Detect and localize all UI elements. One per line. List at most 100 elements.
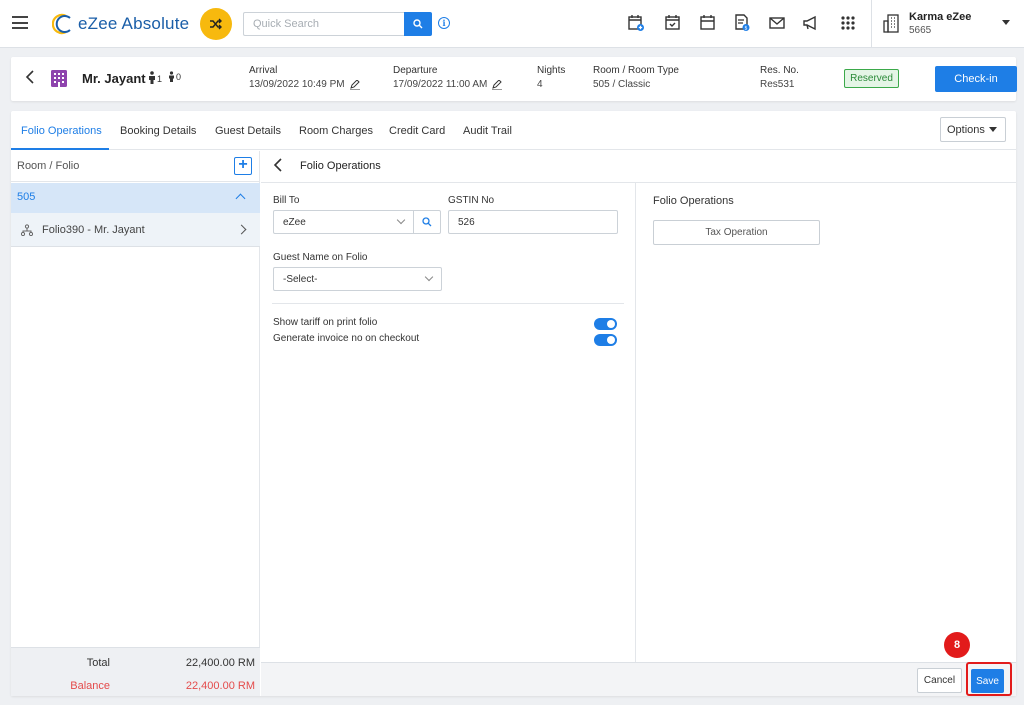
children-count: 0 (168, 71, 181, 82)
departure-value: 17/09/2022 11:00 AM (393, 79, 503, 90)
tab-credit-card[interactable]: Credit Card (389, 125, 445, 137)
tab-folio-operations[interactable]: Folio Operations (21, 125, 102, 137)
cancel-button[interactable]: Cancel (917, 668, 962, 693)
nights-label: Nights (537, 65, 566, 76)
property-code: 5665 (909, 25, 932, 36)
tab-bar: Folio Operations Booking Details Guest D… (11, 111, 1016, 150)
step-number-badge: 8 (944, 632, 970, 658)
generate-invoice-label: Generate invoice no on checkout (273, 333, 420, 344)
tab-booking-details[interactable]: Booking Details (120, 125, 196, 137)
arrival-label: Arrival (249, 65, 278, 76)
svg-text:$: $ (744, 26, 747, 32)
generate-invoice-toggle[interactable] (594, 334, 617, 346)
property-dropdown-caret-icon[interactable] (1002, 20, 1010, 25)
chevron-down-icon (396, 215, 406, 225)
room-type-value: 505 / Classic (593, 79, 651, 90)
hotel-building-icon (51, 70, 67, 87)
departure-label: Departure (393, 65, 438, 76)
back-button[interactable] (25, 70, 35, 89)
folio-operations-subtitle: Folio Operations (653, 195, 734, 207)
folio-panel: Folio Operations Booking Details Guest D… (11, 111, 1016, 696)
search-icon (413, 19, 423, 29)
folio-operations-actions: Folio Operations Tax Operation (637, 183, 1016, 662)
folio-settings-form: Bill To eZee GSTIN No 526 Guest Name on … (261, 183, 636, 662)
folio-tree-icon (21, 224, 33, 236)
room-folio-header: Room / Folio + (11, 151, 260, 182)
bill-to-label: Bill To (273, 195, 300, 206)
quick-search (243, 12, 432, 36)
res-no-label: Res. No. (760, 65, 799, 76)
room-type-label: Room / Room Type (593, 65, 679, 76)
folio-name: Folio390 - Mr. Jayant (42, 224, 145, 236)
tab-guest-details[interactable]: Guest Details (215, 125, 281, 137)
chevron-up-icon[interactable] (235, 193, 246, 204)
balance-value: 22,400.00 RM (185, 680, 255, 692)
edit-departure-icon[interactable] (492, 79, 503, 90)
room-number: 505 (17, 191, 36, 203)
arrival-value: 13/09/2022 10:49 PM (249, 79, 360, 90)
res-no-value: Res531 (760, 79, 795, 90)
check-in-button[interactable]: Check-in (935, 66, 1017, 92)
tab-audit-trail[interactable]: Audit Trail (463, 125, 512, 137)
room-item[interactable]: 505 (11, 183, 260, 213)
shuffle-icon (210, 18, 222, 30)
bill-to-search-button[interactable] (413, 210, 441, 234)
nights-value: 4 (537, 79, 543, 90)
save-highlight-box (966, 662, 1012, 696)
invoice-icon[interactable]: $ (733, 14, 751, 32)
chevron-right-icon (236, 224, 247, 235)
property-name[interactable]: Karma eZee (909, 11, 971, 23)
active-tab-indicator (11, 148, 109, 150)
room-folio-list: Room / Folio + 505 Folio390 - Mr. Jayant… (11, 151, 260, 696)
apps-grid-icon[interactable] (839, 14, 857, 32)
child-icon (169, 71, 174, 82)
brand-logo[interactable]: eZee Absolute (51, 11, 190, 37)
gstin-input[interactable]: 526 (448, 210, 618, 234)
shuffle-button[interactable] (200, 8, 232, 40)
balance-label: Balance (70, 680, 110, 692)
show-tariff-label: Show tariff on print folio (273, 317, 378, 328)
brand-name: eZee Absolute (78, 14, 190, 33)
property-building-icon (883, 14, 899, 33)
calendar-add-icon[interactable] (627, 14, 645, 32)
adults-count: 1 (148, 71, 162, 84)
guest-name-folio-label: Guest Name on Folio (273, 252, 368, 263)
form-divider (272, 303, 624, 304)
reservation-header: Mr. Jayant 1 0 Arrival 13/09/2022 10:49 … (11, 57, 1017, 101)
mail-icon[interactable] (768, 14, 786, 32)
caret-down-icon (989, 127, 997, 132)
tab-room-charges[interactable]: Room Charges (299, 125, 373, 137)
tax-operation-button[interactable]: Tax Operation (653, 220, 820, 245)
folio-operations-header: Folio Operations (261, 151, 1016, 183)
search-button[interactable] (404, 12, 432, 36)
show-tariff-toggle[interactable] (594, 318, 617, 330)
form-footer: Cancel Save (261, 662, 1016, 696)
guest-name-folio-select[interactable]: -Select- (273, 267, 442, 291)
status-badge: Reserved (844, 69, 899, 88)
info-icon[interactable]: i (438, 17, 450, 29)
menu-icon[interactable] (12, 16, 28, 29)
totals-summary: Total 22,400.00 RM Balance 22,400.00 RM (11, 647, 260, 696)
folio-item[interactable]: Folio390 - Mr. Jayant (11, 213, 260, 247)
top-bar: eZee Absolute i $ Karma eZee 5665 (0, 0, 1024, 48)
options-button[interactable]: Options (940, 117, 1006, 142)
room-folio-title: Room / Folio (17, 160, 80, 172)
folio-operations-title: Folio Operations (300, 160, 381, 172)
topbar-divider (871, 0, 872, 48)
total-value: 22,400.00 RM (185, 657, 255, 669)
bill-to-select[interactable]: eZee (273, 210, 414, 234)
calendar-icon[interactable] (699, 14, 717, 32)
gstin-label: GSTIN No (448, 195, 495, 206)
calendar-check-icon[interactable] (664, 14, 682, 32)
edit-arrival-icon[interactable] (349, 79, 360, 90)
guest-name: Mr. Jayant (82, 71, 146, 86)
brand-mark-icon (51, 13, 74, 35)
chevron-left-icon (25, 70, 34, 84)
megaphone-icon[interactable] (802, 14, 820, 32)
chevron-left-icon (273, 158, 282, 172)
search-icon (422, 217, 432, 227)
chevron-down-icon (424, 272, 434, 282)
folio-back-button[interactable] (273, 158, 283, 176)
add-folio-button[interactable]: + (234, 157, 252, 175)
search-input[interactable] (243, 12, 404, 36)
